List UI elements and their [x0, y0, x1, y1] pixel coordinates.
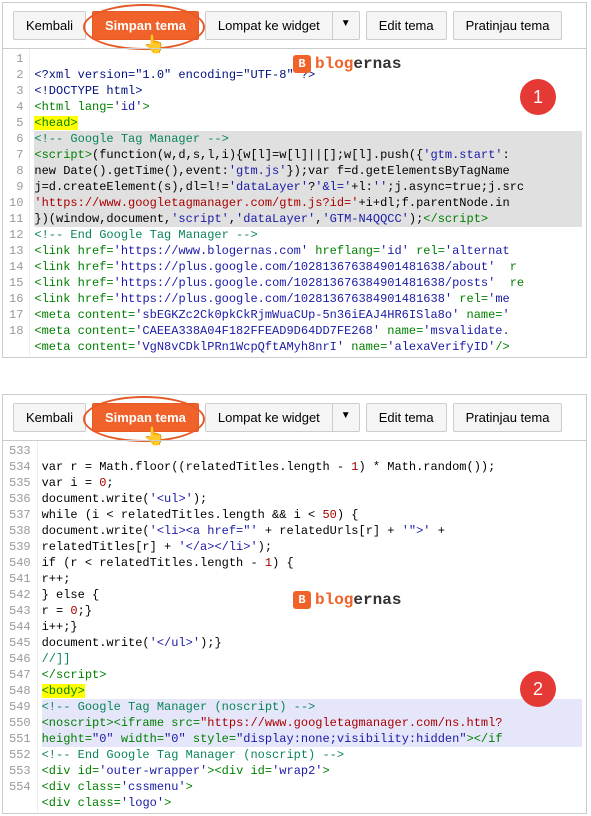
jump-widget-button[interactable]: Lompat ke widget — [205, 11, 333, 40]
save-theme-button[interactable]: Simpan tema 👆 — [92, 403, 199, 432]
code-editor-1[interactable]: 123456789101112131415161718 <?xml versio… — [3, 48, 586, 357]
toolbar: Kembali Simpan tema 👆 Lompat ke widget ▼… — [3, 3, 586, 48]
step-badge-1: 1 — [520, 79, 556, 115]
save-label: Simpan tema — [105, 410, 186, 425]
code-editor-2[interactable]: 5335345355365375385395405415425435445455… — [3, 440, 586, 813]
toolbar: Kembali Simpan tema 👆 Lompat ke widget ▼… — [3, 395, 586, 440]
edit-theme-button[interactable]: Edit tema — [366, 11, 447, 40]
blogernas-logo: B blogernas — [293, 591, 401, 609]
line-numbers: 123456789101112131415161718 — [3, 49, 30, 357]
edit-theme-button[interactable]: Edit tema — [366, 403, 447, 432]
code-lines[interactable]: <?xml version="1.0" encoding="UTF-8" ?> … — [30, 49, 586, 357]
preview-theme-button[interactable]: Pratinjau tema — [453, 403, 563, 432]
editor-panel-1: Kembali Simpan tema 👆 Lompat ke widget ▼… — [2, 2, 587, 358]
editor-panel-2: Kembali Simpan tema 👆 Lompat ke widget ▼… — [2, 394, 587, 814]
jump-widget-dropdown[interactable]: Lompat ke widget ▼ — [205, 403, 360, 432]
jump-widget-dropdown[interactable]: Lompat ke widget ▼ — [205, 11, 360, 40]
step-badge-2: 2 — [520, 671, 556, 707]
jump-widget-button[interactable]: Lompat ke widget — [205, 403, 333, 432]
logo-icon: B — [293, 55, 311, 73]
back-button[interactable]: Kembali — [13, 403, 86, 432]
save-theme-button[interactable]: Simpan tema 👆 — [92, 11, 199, 40]
blogernas-logo: B blogernas — [293, 55, 401, 73]
chevron-down-icon[interactable]: ▼ — [333, 403, 360, 432]
back-button[interactable]: Kembali — [13, 11, 86, 40]
logo-icon: B — [293, 591, 311, 609]
code-lines[interactable]: var r = Math.floor((relatedTitles.length… — [38, 441, 586, 813]
line-numbers: 5335345355365375385395405415425435445455… — [3, 441, 38, 813]
save-label: Simpan tema — [105, 18, 186, 33]
chevron-down-icon[interactable]: ▼ — [333, 11, 360, 40]
preview-theme-button[interactable]: Pratinjau tema — [453, 11, 563, 40]
